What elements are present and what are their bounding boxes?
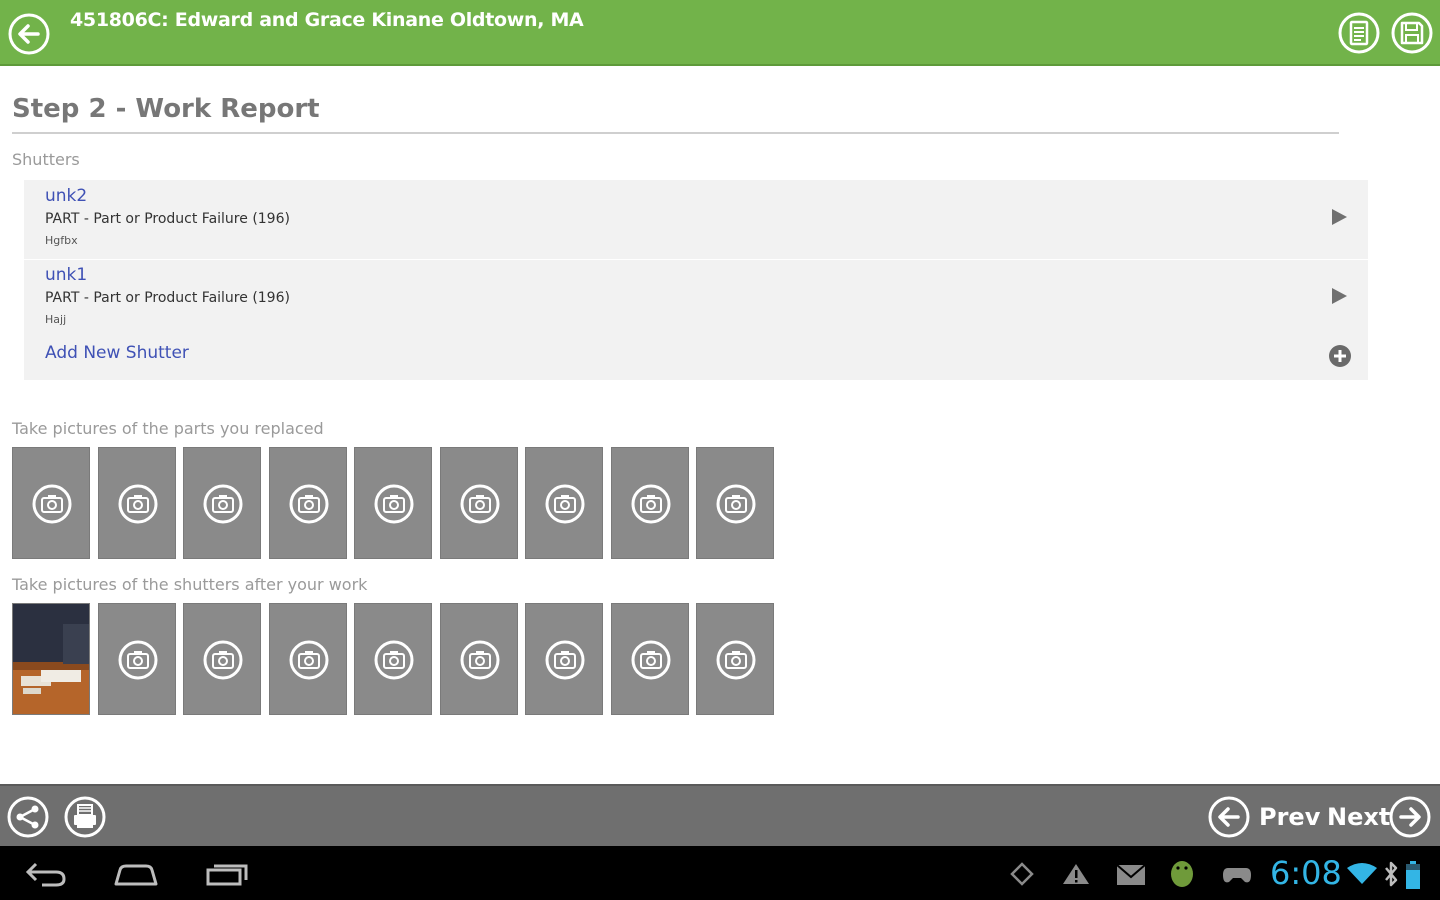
camera-icon [203, 484, 243, 524]
shutter-item[interactable]: unk2 PART - Part or Product Failure (196… [24, 180, 1368, 260]
bluetooth-icon [1385, 861, 1398, 887]
system-navigation-bar: 6:08 [0, 846, 1440, 900]
photo-slot[interactable] [269, 603, 347, 715]
play-arrow-icon [1332, 288, 1347, 304]
photo-slot[interactable] [183, 447, 261, 559]
step-title: Step 2 - Work Report [12, 94, 320, 124]
photo-slot[interactable] [183, 603, 261, 715]
photo-slot[interactable] [611, 603, 689, 715]
camera-icon [289, 484, 329, 524]
page-title: 451806C: Edward and Grace Kinane Oldtown… [70, 9, 584, 31]
shutter-note: Hajj [45, 313, 67, 326]
camera-icon [460, 484, 500, 524]
photo-slot[interactable] [696, 447, 774, 559]
shutter-description: PART - Part or Product Failure (196) [45, 290, 290, 306]
prev-button[interactable]: Prev [1207, 795, 1321, 839]
camera-icon [118, 640, 158, 680]
photo-slot[interactable] [525, 603, 603, 715]
camera-icon [32, 484, 72, 524]
system-back-icon[interactable] [22, 860, 68, 888]
photo-slot[interactable] [354, 447, 432, 559]
warning-icon [1063, 864, 1089, 884]
system-clock: 6:08 [1270, 854, 1342, 892]
game-controller-icon [1223, 868, 1251, 883]
bottom-action-bar: Prev Next [0, 784, 1440, 846]
photo-thumbnail[interactable] [12, 603, 90, 715]
camera-icon [118, 484, 158, 524]
photo-slot[interactable] [696, 603, 774, 715]
camera-icon [545, 640, 585, 680]
photo-slot[interactable] [12, 447, 90, 559]
camera-icon [374, 640, 414, 680]
camera-icon [716, 640, 756, 680]
android-debug-icon [1171, 861, 1193, 887]
photo-slot[interactable] [98, 603, 176, 715]
camera-icon [203, 640, 243, 680]
shutter-name: unk1 [45, 265, 88, 285]
camera-icon [631, 640, 671, 680]
mail-icon [1116, 864, 1146, 885]
photo-slot[interactable] [98, 447, 176, 559]
camera-icon [460, 640, 500, 680]
after-photos-label: Take pictures of the shutters after your… [12, 575, 368, 594]
share-icon[interactable] [6, 795, 50, 839]
photo-slot[interactable] [525, 447, 603, 559]
wifi-icon [1347, 863, 1377, 884]
photo-thumbnail-image [13, 604, 89, 714]
arrow-right-icon [1389, 796, 1431, 838]
photo-slot[interactable] [269, 447, 347, 559]
camera-icon [545, 484, 585, 524]
prev-label: Prev [1259, 803, 1321, 831]
shutters-list: unk2 PART - Part or Product Failure (196… [24, 180, 1368, 380]
camera-icon [374, 484, 414, 524]
photo-slot[interactable] [440, 603, 518, 715]
photo-slot[interactable] [611, 447, 689, 559]
photo-slot[interactable] [440, 447, 518, 559]
notes-icon[interactable] [1337, 11, 1381, 55]
arrow-left-icon [1208, 796, 1250, 838]
play-arrow-icon [1332, 209, 1347, 225]
system-recents-icon[interactable] [204, 860, 250, 888]
next-label: Next [1327, 803, 1391, 831]
battery-icon [1406, 861, 1420, 889]
camera-icon [289, 640, 329, 680]
save-icon[interactable] [1390, 11, 1434, 55]
back-arrow-icon[interactable] [7, 12, 51, 56]
add-shutter-row[interactable]: Add New Shutter [24, 338, 1368, 378]
shutters-label: Shutters [12, 150, 80, 169]
shutter-name: unk2 [45, 186, 88, 206]
photo-slot[interactable] [354, 603, 432, 715]
add-circle-icon[interactable] [1328, 344, 1352, 368]
print-icon[interactable] [63, 795, 107, 839]
app-header: 451806C: Edward and Grace Kinane Oldtown… [0, 0, 1440, 66]
shutter-item[interactable]: unk1 PART - Part or Product Failure (196… [24, 259, 1368, 337]
camera-icon [631, 484, 671, 524]
parts-photos-label: Take pictures of the parts you replaced [12, 419, 324, 438]
next-button[interactable]: Next [1326, 795, 1436, 839]
camera-icon [716, 484, 756, 524]
shutter-note: Hgfbx [45, 234, 78, 247]
title-divider [12, 132, 1339, 134]
system-home-icon[interactable] [112, 862, 160, 888]
add-shutter-link[interactable]: Add New Shutter [45, 343, 189, 363]
gps-icon [1010, 862, 1034, 886]
shutter-description: PART - Part or Product Failure (196) [45, 211, 290, 227]
